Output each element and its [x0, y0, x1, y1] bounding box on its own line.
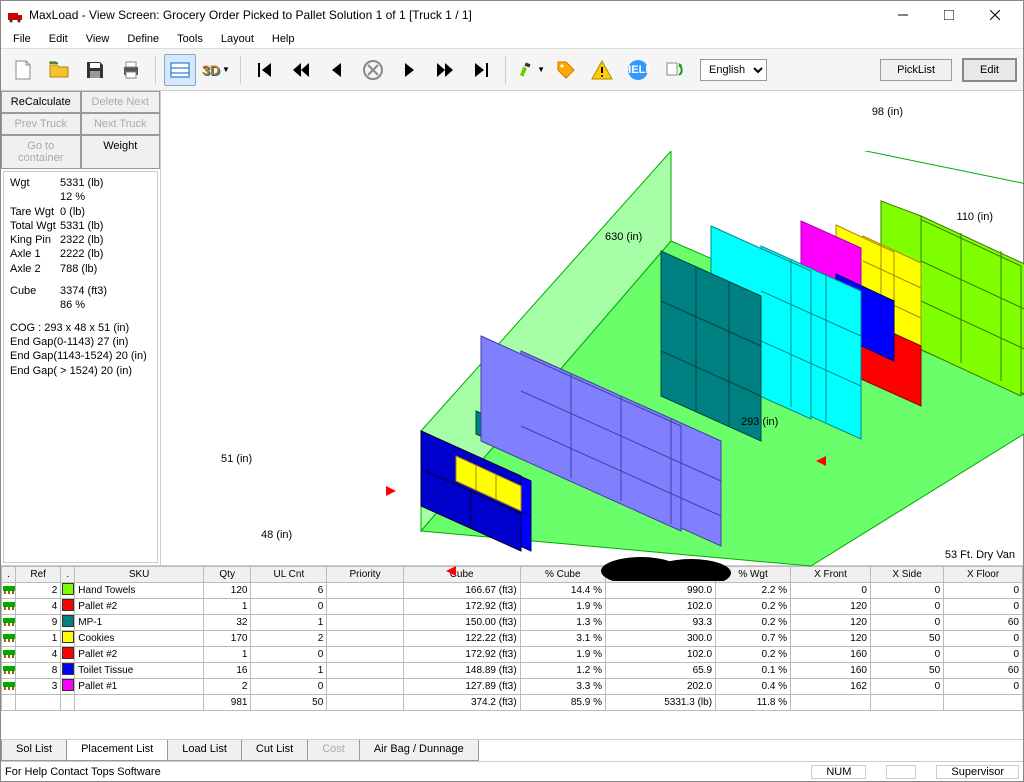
col-header[interactable]: .: [61, 567, 75, 583]
menu-file[interactable]: File: [5, 31, 39, 47]
tab-placement-list[interactable]: Placement List: [66, 740, 167, 761]
3d-view-icon[interactable]: 3D▼: [200, 54, 232, 86]
status-supervisor: Supervisor: [936, 765, 1019, 779]
dim-51: 51 (in): [221, 453, 252, 465]
col-header[interactable]: SKU: [75, 567, 204, 583]
back-icon[interactable]: [321, 54, 353, 86]
help-icon[interactable]: HELP: [622, 54, 654, 86]
row-icon: [2, 663, 16, 679]
color-swatch: [62, 679, 74, 691]
menu-edit[interactable]: Edit: [41, 31, 76, 47]
grid-view-icon[interactable]: [164, 54, 196, 86]
fast-forward-icon[interactable]: [429, 54, 461, 86]
menu-layout[interactable]: Layout: [213, 31, 262, 47]
table-totals: 98150374.2 (ft3)85.9 %5331.3 (lb)11.8 %: [2, 695, 1023, 711]
cancel-icon[interactable]: [357, 54, 389, 86]
close-button[interactable]: [973, 1, 1017, 29]
row-icon: [2, 647, 16, 663]
table-row[interactable]: 3Pallet #120127.89 (ft3)3.3 %202.00.4 %1…: [2, 679, 1023, 695]
window-title: MaxLoad - View Screen: Grocery Order Pic…: [29, 8, 472, 22]
tab-cost[interactable]: Cost: [307, 740, 359, 761]
row-icon: [2, 599, 16, 615]
row-icon: [2, 679, 16, 695]
forward-icon[interactable]: [393, 54, 425, 86]
truck-type: 53 Ft. Dry Van: [945, 549, 1015, 561]
col-header[interactable]: Ref: [16, 567, 61, 583]
menu-bar: File Edit View Define Tools Layout Help: [1, 29, 1023, 49]
svg-text:HELP: HELP: [626, 64, 650, 76]
table-row[interactable]: 9MP-1321150.00 (ft3)1.3 %93.30.2 %120060: [2, 615, 1023, 631]
refresh-icon[interactable]: [658, 54, 690, 86]
delete-next-button[interactable]: Delete Next: [81, 91, 161, 113]
placement-table[interactable]: .Ref.SKUQtyUL CntPriorityCube% CubeWgt% …: [1, 566, 1023, 711]
menu-help[interactable]: Help: [264, 31, 303, 47]
color-swatch: [62, 631, 74, 643]
language-select[interactable]: English: [700, 59, 767, 81]
table-row[interactable]: 1Cookies1702122.22 (ft3)3.1 %300.00.7 %1…: [2, 631, 1023, 647]
row-icon: [2, 615, 16, 631]
table-row[interactable]: 4Pallet #210172.92 (ft3)1.9 %102.00.2 %1…: [2, 599, 1023, 615]
left-panel: ReCalculate Delete Next Prev Truck Next …: [1, 91, 161, 565]
status-num: NUM: [811, 765, 866, 779]
color-swatch: [62, 583, 74, 595]
edit-button[interactable]: Edit: [962, 58, 1017, 82]
menu-view[interactable]: View: [78, 31, 118, 47]
truck-3d-view: [361, 151, 1024, 581]
highlighter-icon[interactable]: ▼: [514, 54, 546, 86]
dim-293: 293 (in): [741, 416, 778, 428]
row-icon: [2, 631, 16, 647]
tab-sol-list[interactable]: Sol List: [1, 740, 66, 761]
last-icon[interactable]: [465, 54, 497, 86]
minimize-button[interactable]: [881, 1, 925, 29]
recalculate-button[interactable]: ReCalculate: [1, 91, 81, 113]
new-icon[interactable]: [7, 54, 39, 86]
dim-48: 48 (in): [261, 529, 292, 541]
menu-define[interactable]: Define: [119, 31, 167, 47]
picklist-button[interactable]: PickList: [880, 59, 952, 81]
col-header[interactable]: UL Cnt: [251, 567, 327, 583]
dim-height: 110 (in): [957, 211, 993, 223]
menu-tools[interactable]: Tools: [169, 31, 211, 47]
next-truck-button[interactable]: Next Truck: [81, 113, 161, 135]
open-icon[interactable]: [43, 54, 75, 86]
color-swatch: [62, 647, 74, 659]
print-icon[interactable]: [115, 54, 147, 86]
color-swatch: [62, 615, 74, 627]
app-icon: [7, 7, 23, 23]
table-row[interactable]: 4Pallet #210172.92 (ft3)1.9 %102.00.2 %1…: [2, 647, 1023, 663]
col-header[interactable]: Qty: [203, 567, 251, 583]
table-row[interactable]: 8Toilet Tissue161148.89 (ft3)1.2 %65.90.…: [2, 663, 1023, 679]
dim-length: 630 (in): [605, 231, 642, 243]
tab-load-list[interactable]: Load List: [167, 740, 241, 761]
row-icon: [2, 583, 16, 599]
weight-button[interactable]: Weight: [81, 135, 161, 169]
status-bar: For Help Contact Tops Software NUM Super…: [1, 761, 1023, 781]
first-icon[interactable]: [249, 54, 281, 86]
prev-truck-button[interactable]: Prev Truck: [1, 113, 81, 135]
3d-canvas[interactable]: 98 (in) 110 (in) 630 (in) 293 (in) 51 (i…: [161, 91, 1023, 565]
col-header[interactable]: .: [2, 567, 16, 583]
maximize-button[interactable]: [927, 1, 971, 29]
color-swatch: [62, 599, 74, 611]
status-help: For Help Contact Tops Software: [5, 766, 161, 778]
warning-icon[interactable]: [586, 54, 618, 86]
table-row[interactable]: 2Hand Towels1206166.67 (ft3)14.4 %990.02…: [2, 583, 1023, 599]
placement-table-area: .Ref.SKUQtyUL CntPriorityCube% CubeWgt% …: [1, 565, 1023, 761]
toolbar: 3D▼ ▼ HELP English PickList Edit: [1, 49, 1023, 91]
window-titlebar: MaxLoad - View Screen: Grocery Order Pic…: [1, 1, 1023, 29]
tab-airbag[interactable]: Air Bag / Dunnage: [359, 740, 479, 761]
fast-back-icon[interactable]: [285, 54, 317, 86]
bottom-tabs: Sol List Placement List Load List Cut Li…: [1, 739, 1023, 761]
go-container-button[interactable]: Go to container: [1, 135, 81, 169]
dim-width: 98 (in): [872, 106, 903, 118]
tab-cut-list[interactable]: Cut List: [241, 740, 307, 761]
tag-icon[interactable]: [550, 54, 582, 86]
color-swatch: [62, 663, 74, 675]
stats-panel: Wgt5331 (lb) 12 % Tare Wgt0 (lb) Total W…: [3, 171, 158, 563]
save-icon[interactable]: [79, 54, 111, 86]
